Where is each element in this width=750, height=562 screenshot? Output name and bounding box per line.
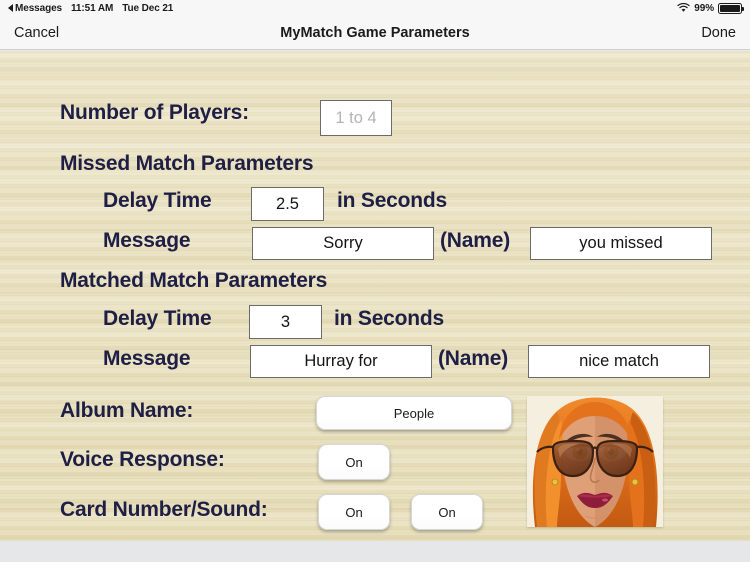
- done-button[interactable]: Done: [701, 25, 736, 41]
- matched-message-suffix-input[interactable]: nice match: [528, 345, 710, 378]
- matched-name-token-label: (Name): [438, 347, 508, 370]
- missed-delay-time-input[interactable]: 2.5: [251, 187, 324, 221]
- matched-message-label: Message: [103, 347, 191, 370]
- wifi-icon: [677, 2, 690, 13]
- navigation-bar: Cancel MyMatch Game Parameters Done: [0, 16, 750, 50]
- number-of-players-input[interactable]: 1 to 4: [320, 100, 392, 136]
- status-date: Tue Dec 21: [122, 2, 174, 14]
- missed-delay-time-unit-label: in Seconds: [337, 189, 448, 212]
- voice-response-toggle-button[interactable]: On: [318, 444, 390, 480]
- row-number-of-players: Number of Players:: [60, 101, 249, 125]
- card-number-toggle-button[interactable]: On: [318, 494, 390, 530]
- album-name-button[interactable]: People: [316, 396, 512, 430]
- battery-percent-label: 99%: [694, 2, 714, 14]
- missed-name-token-label: (Name): [440, 229, 510, 252]
- card-sound-toggle-button[interactable]: On: [411, 494, 483, 530]
- missed-delay-time-label: Delay Time: [103, 189, 212, 212]
- card-number-sound-label: Card Number/Sound:: [60, 498, 268, 521]
- matched-match-section-heading: Matched Match Parameters: [60, 269, 328, 292]
- missed-message-label: Message: [103, 229, 191, 252]
- avatar-thumbnail[interactable]: [527, 396, 663, 527]
- voice-response-label: Voice Response:: [60, 448, 225, 471]
- number-of-players-label: Number of Players:: [60, 101, 249, 124]
- back-triangle-icon: [8, 4, 13, 12]
- cancel-button[interactable]: Cancel: [14, 25, 59, 41]
- matched-delay-time-label: Delay Time: [103, 307, 212, 330]
- album-name-label: Album Name:: [60, 399, 194, 422]
- status-time: 11:51 AM: [71, 2, 114, 14]
- page-title: MyMatch Game Parameters: [280, 24, 470, 41]
- status-back-link[interactable]: Messages: [8, 3, 62, 14]
- missed-message-suffix-input[interactable]: you missed: [530, 227, 712, 260]
- missed-match-section-heading: Missed Match Parameters: [60, 152, 314, 175]
- parameters-form: Number of Players: 1 to 4 Missed Match P…: [0, 51, 750, 541]
- matched-delay-time-unit-label: in Seconds: [334, 307, 445, 330]
- battery-icon: [718, 2, 745, 14]
- matched-delay-time-input[interactable]: 3: [249, 305, 322, 339]
- missed-message-prefix-input[interactable]: Sorry: [252, 227, 434, 260]
- status-bar: Messages 11:51 AM Tue Dec 21 99%: [0, 0, 750, 16]
- status-back-label: Messages: [15, 2, 63, 14]
- bottom-safe-area: [0, 541, 750, 562]
- matched-message-prefix-input[interactable]: Hurray for: [250, 345, 432, 378]
